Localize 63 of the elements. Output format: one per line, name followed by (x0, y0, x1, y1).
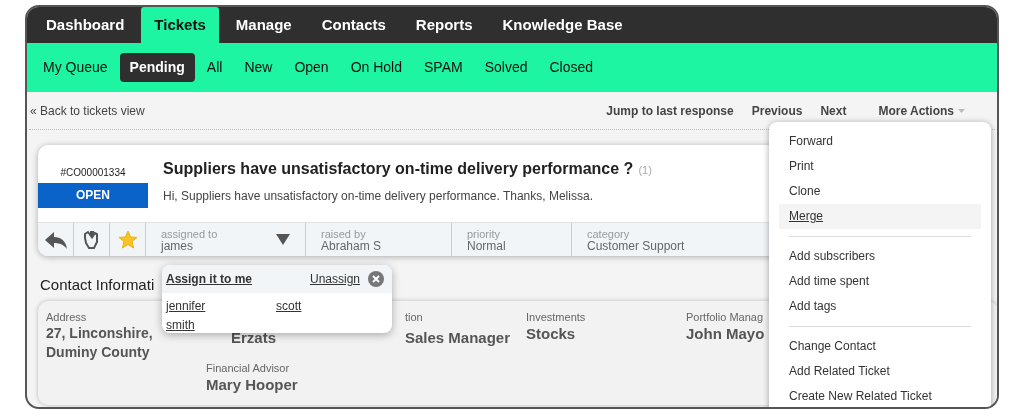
menu-item[interactable]: Merge (779, 204, 981, 229)
nav-tab[interactable]: Contacts (308, 7, 399, 43)
field-label: assigned to (161, 227, 218, 240)
more-actions-button[interactable]: More Actions (878, 101, 965, 120)
field-label: priority (467, 227, 500, 240)
field-value: John Mayo (686, 323, 765, 343)
menu-item[interactable]: Add Related Ticket (779, 359, 981, 384)
action-link[interactable]: Previous (751, 101, 803, 120)
field-value: Abraham S (321, 239, 382, 252)
field-value: Erzats (231, 327, 277, 347)
back-link[interactable]: « Back to tickets view (30, 101, 145, 120)
nav-tab[interactable]: Manage (222, 7, 305, 43)
unassign-link[interactable]: Unassign (309, 270, 360, 288)
dropdown-icon[interactable] (276, 234, 290, 245)
menu-item[interactable]: Print (779, 154, 981, 179)
field-value: Mary Hooper (206, 374, 298, 394)
response-count: (1) (638, 163, 652, 178)
menu-item[interactable]: Change Contact (779, 334, 981, 359)
field-value: 27, Linconshire, Duminy County (46, 323, 154, 362)
filter-tab[interactable]: SPAM (414, 53, 473, 82)
field-label: category (587, 227, 631, 240)
field-value: Sales Manager (405, 327, 511, 347)
filter-tab[interactable]: My Queue (33, 53, 118, 82)
filter-tab[interactable]: All (196, 53, 233, 82)
nav-tab[interactable]: Reports (402, 7, 486, 43)
menu-item[interactable]: Add time spent (779, 269, 981, 294)
field-value: Customer Support (587, 239, 685, 252)
field-value: Normal (467, 239, 506, 252)
menu-item[interactable]: Add subscribers (779, 244, 981, 269)
field-value: james (161, 239, 193, 252)
filter-tab[interactable]: On Hold (340, 53, 412, 82)
field-label: Financial Advisor (206, 361, 290, 375)
field-label: raised by (321, 227, 366, 240)
nav-tab[interactable]: Dashboard (33, 7, 138, 43)
action-link[interactable]: Jump to last response (606, 101, 734, 120)
menu-item[interactable]: Clone (779, 179, 981, 204)
menu-item[interactable]: Create New Related Ticket (779, 384, 981, 407)
filter-tab[interactable]: Open (284, 53, 339, 82)
field-label: tion (405, 310, 423, 324)
field-label: Address (46, 310, 87, 324)
field-value: Stocks (526, 323, 576, 343)
status-badge: OPEN (38, 183, 148, 208)
section-heading: Contact Informati (40, 275, 155, 295)
user-link[interactable]: jennifer (166, 299, 206, 313)
user-link[interactable]: scott (276, 299, 302, 313)
field-label: Investments (526, 310, 586, 324)
assign-to-me-link[interactable]: Assign it to me (166, 270, 252, 288)
field-label: Portfolio Manag (686, 310, 764, 324)
filter-tab[interactable]: Closed (539, 53, 604, 82)
close-icon[interactable] (368, 271, 384, 287)
ticket-title: Suppliers have unsatisfactory on-time delivery performance ? (163, 159, 634, 179)
user-link[interactable]: smith (166, 318, 195, 332)
ticket-id: #CO00001334 (59, 166, 127, 180)
nav-tab[interactable]: Knowledge Base (489, 7, 636, 43)
caret-icon (958, 108, 965, 113)
nav-tab[interactable]: Tickets (141, 7, 219, 43)
ticket-preview: Hi, Suppliers have unsatisfactory on-time delivery performance. Thanks, Melissa. (163, 188, 594, 205)
filter-tab[interactable]: Pending (119, 53, 195, 82)
menu-item[interactable]: Add tags (779, 294, 981, 319)
filter-tab[interactable]: Solved (474, 53, 538, 82)
action-link[interactable]: Next (820, 101, 847, 120)
filter-tab[interactable]: New (234, 53, 283, 82)
menu-item[interactable]: Forward (779, 129, 981, 154)
